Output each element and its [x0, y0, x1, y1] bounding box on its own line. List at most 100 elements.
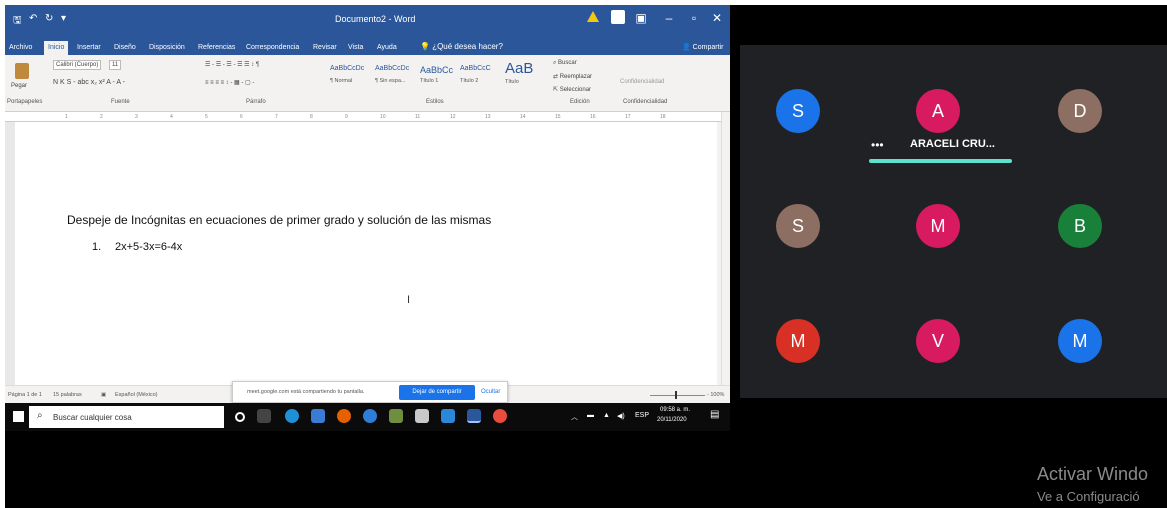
stop-sharing-button[interactable]: Dejar de compartir	[399, 385, 475, 400]
redo-icon[interactable]: ↻	[45, 13, 53, 24]
screen-share-banner: meet.google.com está compartiendo tu pan…	[232, 381, 508, 403]
notifications-icon[interactable]: ▤	[710, 409, 719, 420]
tab-revisar[interactable]: Revisar	[313, 44, 337, 51]
font-format-buttons[interactable]: N K S - abc x₂ x² A - A -	[53, 79, 125, 86]
network-icon[interactable]: ▲	[603, 412, 610, 419]
more-options-icon[interactable]: •••	[871, 138, 884, 152]
replace-label: Reemplazar	[559, 74, 593, 80]
style-preview: AaBbCcC	[460, 65, 491, 72]
tray-icon[interactable]: ▬	[587, 412, 594, 419]
app-icon[interactable]	[363, 409, 377, 423]
style-title[interactable]: AaB Título	[505, 60, 533, 90]
close-button[interactable]: ✕	[709, 11, 725, 25]
undo-icon[interactable]: ↶	[29, 13, 37, 24]
vertical-scrollbar[interactable]	[721, 112, 730, 385]
tab-correspondencia[interactable]: Correspondencia	[246, 44, 299, 51]
tell-me-search[interactable]: 💡 ¿Qué desea hacer?	[420, 42, 503, 51]
share-banner-text: meet.google.com está compartiendo tu pan…	[247, 389, 365, 395]
ruler-tick: 13	[485, 114, 491, 120]
restore-button[interactable]: ▫	[686, 11, 702, 25]
volume-icon[interactable]: ◀)	[617, 412, 625, 420]
tab-vista[interactable]: Vista	[348, 44, 363, 51]
taskbar-search-input[interactable]: ⌕ Buscar cualquier cosa	[29, 406, 224, 428]
paragraph-align-buttons[interactable]: ≡ ≡ ≡ ≡ ↕ - ▦ - ▢ -	[205, 79, 254, 86]
style-preview: AaB	[505, 60, 534, 77]
participant-avatar[interactable]: M	[776, 319, 820, 363]
activate-windows-subtitle: Ve a Configuració	[1037, 489, 1140, 504]
ribbon: Pegar Calibri (Cuerpo) 11 N K S - abc x₂…	[5, 55, 730, 112]
warning-icon[interactable]	[587, 11, 599, 22]
zoom-slider-knob[interactable]	[675, 391, 677, 399]
language-indicator[interactable]: Español (México)	[115, 392, 158, 398]
font-size-select[interactable]: 11	[109, 60, 122, 70]
proofing-icon[interactable]: ▣	[101, 392, 106, 398]
share-button[interactable]: 👤 Compartir	[682, 43, 723, 51]
tab-ayuda[interactable]: Ayuda	[377, 44, 397, 51]
participant-avatar[interactable]: S	[776, 89, 820, 133]
ribbon-options-icon[interactable]: ▣	[633, 11, 649, 25]
zoom-slider[interactable]	[650, 395, 705, 396]
style-normal[interactable]: AaBbCcDc ¶ Normal	[330, 65, 364, 95]
style-preview: AaBbCcDc	[375, 65, 410, 72]
customize-qat-icon[interactable]: ▾	[61, 13, 66, 24]
clipboard-icon[interactable]	[15, 63, 29, 79]
edge-icon[interactable]	[285, 409, 299, 423]
paste-button[interactable]: Pegar	[11, 83, 27, 89]
zoom-level[interactable]: - 100%	[707, 392, 724, 398]
participant-avatar[interactable]: M	[916, 204, 960, 248]
clock-date[interactable]: 20/11/2020	[657, 417, 687, 423]
participant-avatar[interactable]: D	[1058, 89, 1102, 133]
app-icon[interactable]	[415, 409, 429, 423]
ruler-tick: 1	[65, 114, 68, 120]
tab-referencias[interactable]: Referencias	[198, 44, 235, 51]
document-heading: Despeje de Incógnitas en ecuaciones de p…	[67, 213, 492, 227]
store-icon[interactable]	[311, 409, 325, 423]
word-count[interactable]: 15 palabras	[53, 392, 82, 398]
ruler-tick: 18	[660, 114, 666, 120]
tab-insertar[interactable]: Insertar	[77, 44, 101, 51]
page-count[interactable]: Página 1 de 1	[8, 392, 42, 398]
tab-inicio[interactable]: Inicio	[44, 41, 69, 55]
participant-avatar[interactable]: A	[916, 89, 960, 133]
word-taskbar-icon[interactable]	[467, 409, 481, 423]
style-heading-1[interactable]: AaBbCc Título 1	[420, 65, 453, 95]
minimize-button[interactable]: –	[661, 11, 677, 25]
font-name-select[interactable]: Calibri (Cuerpo)	[53, 60, 102, 70]
hide-banner-button[interactable]: Ocultar	[481, 389, 500, 395]
ruler-tick: 7	[275, 114, 278, 120]
paragraph-list-buttons[interactable]: ☰ - ☰ - ☰ - ☰ ☰ ↕ ¶	[205, 61, 259, 68]
firefox-icon[interactable]	[337, 409, 351, 423]
group-label-confidentiality: Confidencialidad	[623, 99, 668, 105]
tray-chevron-icon[interactable]: ︿	[571, 412, 578, 422]
style-no-spacing[interactable]: AaBbCcDc ¶ Sin espa...	[375, 65, 409, 95]
find-button[interactable]: ⌕ Buscar	[553, 60, 577, 67]
document-page[interactable]: Despeje de Incógnitas en ecuaciones de p…	[15, 122, 717, 385]
select-button[interactable]: ⇱ Seleccionar	[553, 86, 591, 93]
replace-button[interactable]: ⇄ Reemplazar	[553, 73, 592, 80]
style-heading-2[interactable]: AaBbCcC Título 2	[460, 65, 491, 95]
participant-name: ARACELI CRU...	[910, 138, 995, 150]
search-icon: ⌕	[37, 410, 43, 421]
app-icon[interactable]	[389, 409, 403, 423]
style-name: ¶ Normal	[330, 78, 353, 84]
app-icon[interactable]	[441, 409, 455, 423]
participant-avatar[interactable]: M	[1058, 319, 1102, 363]
account-icon[interactable]	[611, 10, 625, 24]
tab-archivo[interactable]: Archivo	[9, 44, 32, 51]
language-indicator[interactable]: ESP	[635, 412, 649, 419]
windows-start-icon[interactable]	[13, 411, 24, 422]
style-preview: AaBbCcDc	[330, 65, 365, 72]
confidentiality-button[interactable]: Confidencialidad	[620, 79, 664, 85]
tab-disposicion[interactable]: Disposición	[149, 44, 185, 51]
chrome-icon[interactable]	[493, 409, 507, 423]
save-icon[interactable]: 🖫	[13, 13, 22, 30]
participant-avatar[interactable]: S	[776, 204, 820, 248]
select-label: Seleccionar	[559, 87, 592, 93]
tell-me-label: ¿Qué desea hacer?	[432, 42, 503, 51]
task-view-icon[interactable]	[257, 409, 271, 423]
participant-avatar[interactable]: V	[916, 319, 960, 363]
cortana-icon[interactable]	[235, 412, 245, 422]
clock-time[interactable]: 09:58 a. m.	[660, 407, 690, 413]
participant-avatar[interactable]: B	[1058, 204, 1102, 248]
tab-diseno[interactable]: Diseño	[114, 44, 136, 51]
